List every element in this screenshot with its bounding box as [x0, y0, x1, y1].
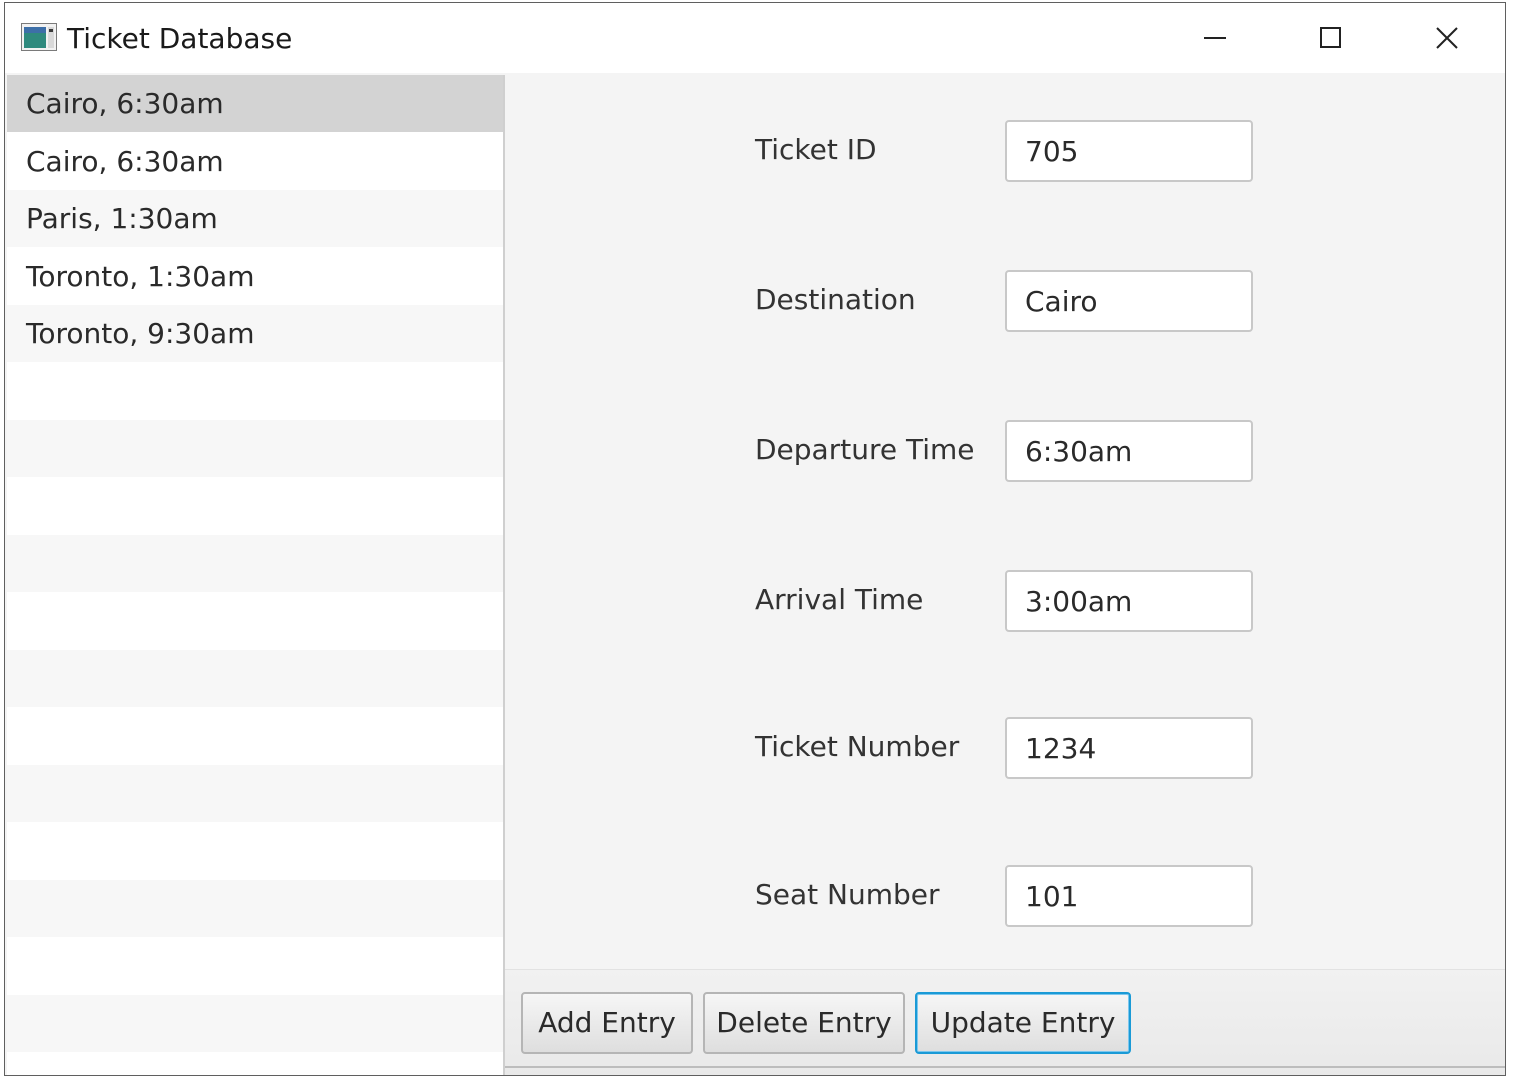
- list-empty-row: [7, 938, 503, 995]
- title-bar[interactable]: Ticket Database: [5, 3, 1505, 73]
- ticket-id-label: Ticket ID: [755, 133, 877, 166]
- arrival-time-label: Arrival Time: [755, 583, 924, 616]
- list-empty-row: [7, 765, 503, 822]
- destination-input[interactable]: [1005, 270, 1253, 332]
- ticket-id-input[interactable]: [1005, 120, 1253, 182]
- list-empty-row: [7, 593, 503, 650]
- list-empty-row: [7, 823, 503, 880]
- seat-number-label: Seat Number: [755, 878, 940, 911]
- ticket-list[interactable]: Cairo, 6:30am Cairo, 6:30am Paris, 1:30a…: [7, 75, 505, 1075]
- action-bar: Add Entry Delete Entry Update Entry: [505, 969, 1505, 1075]
- ticket-form: Ticket ID Destination Departure Time Arr…: [505, 75, 1505, 969]
- list-empty-row: [7, 420, 503, 477]
- app-window-icon: [21, 23, 57, 51]
- seat-number-input[interactable]: [1005, 865, 1253, 927]
- departure-time-label: Departure Time: [755, 433, 975, 466]
- ticket-number-label: Ticket Number: [755, 730, 960, 763]
- list-empty-row: [7, 478, 503, 535]
- minimize-button[interactable]: [1157, 3, 1273, 73]
- list-empty-row: [7, 363, 503, 420]
- ticket-number-input[interactable]: [1005, 717, 1253, 779]
- window-title: Ticket Database: [67, 22, 293, 55]
- list-empty-row: [7, 995, 503, 1052]
- list-item[interactable]: Paris, 1:30am: [7, 190, 503, 247]
- bottom-divider: [505, 1066, 1505, 1068]
- list-empty-row: [7, 880, 503, 937]
- list-empty-row: [7, 535, 503, 592]
- list-item[interactable]: Cairo, 6:30am: [7, 75, 503, 132]
- list-item[interactable]: Toronto, 9:30am: [7, 305, 503, 362]
- update-entry-button[interactable]: Update Entry: [915, 992, 1131, 1054]
- add-entry-button[interactable]: Add Entry: [521, 992, 693, 1054]
- maximize-icon: [1320, 27, 1341, 48]
- departure-time-input[interactable]: [1005, 420, 1253, 482]
- delete-entry-button[interactable]: Delete Entry: [703, 992, 905, 1054]
- close-button[interactable]: [1389, 3, 1505, 73]
- arrival-time-input[interactable]: [1005, 570, 1253, 632]
- list-item[interactable]: Cairo, 6:30am: [7, 133, 503, 190]
- maximize-button[interactable]: [1273, 3, 1389, 73]
- app-window: Ticket Database Cairo, 6:30am Cairo, 6:3…: [4, 2, 1506, 1076]
- list-item[interactable]: Toronto, 1:30am: [7, 248, 503, 305]
- list-empty-row: [7, 650, 503, 707]
- destination-label: Destination: [755, 283, 916, 316]
- list-empty-row: [7, 708, 503, 765]
- minimize-icon: [1204, 37, 1226, 39]
- close-icon: [1436, 27, 1458, 49]
